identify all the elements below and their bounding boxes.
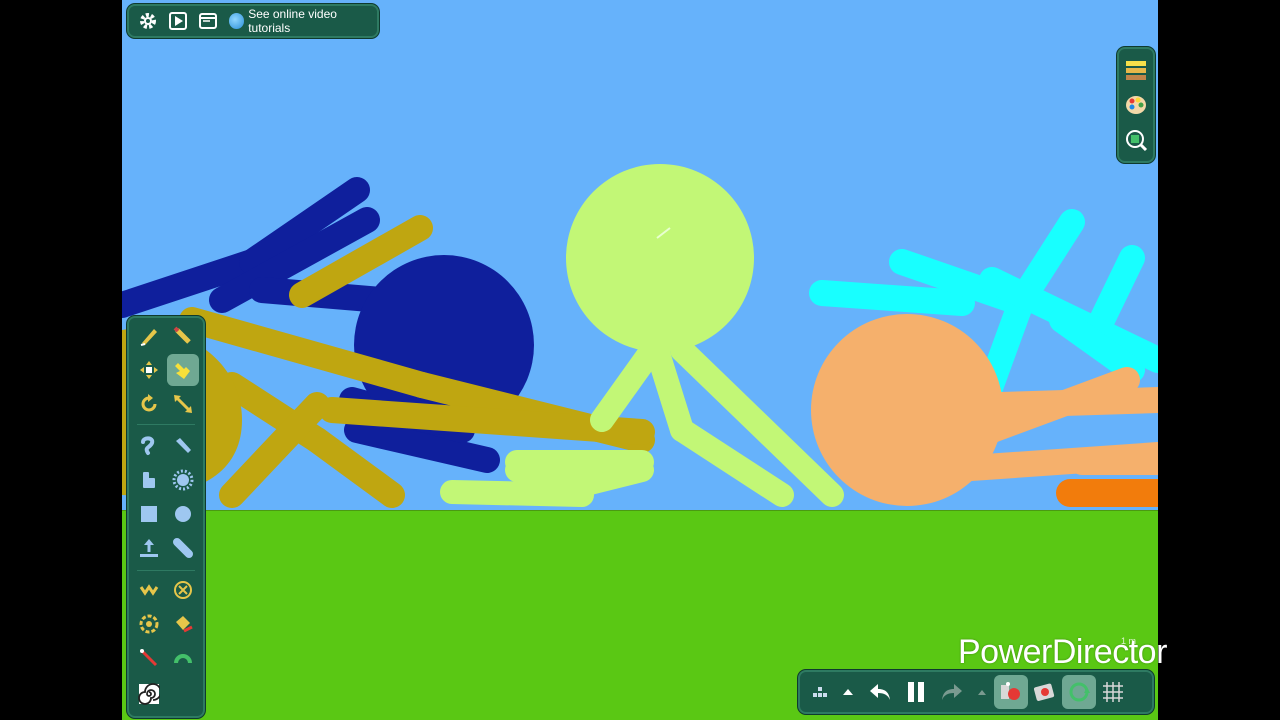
tool-capsule[interactable]: [167, 532, 199, 564]
tool-line[interactable]: [133, 642, 165, 674]
gear-icon: [140, 13, 157, 29]
watermark-small-text: 1 m: [1121, 636, 1137, 646]
palette-icon: [1126, 95, 1146, 114]
undo-icon: [870, 684, 890, 700]
tool-scale[interactable]: [167, 388, 199, 420]
tool-knife[interactable]: [167, 430, 199, 462]
zigzag-icon: [139, 584, 159, 596]
circle-icon: [175, 506, 191, 522]
tool-separator: [137, 424, 195, 425]
square-icon: [141, 506, 157, 522]
pencil-edit-icon: [173, 326, 191, 344]
zoom-button[interactable]: [1121, 125, 1151, 155]
tool-target[interactable]: [133, 608, 165, 640]
tutorials-label: See online video tutorials: [248, 7, 337, 35]
tool-pencil-edit[interactable]: [167, 320, 199, 352]
tool-spiral[interactable]: [133, 678, 165, 710]
tool-move[interactable]: [133, 354, 165, 386]
frame-icon: [1033, 683, 1055, 701]
menu-grid-icon: [813, 687, 827, 697]
tool-square[interactable]: [133, 498, 165, 530]
preview-play-button[interactable]: [165, 7, 192, 35]
right-panel: [1117, 47, 1155, 163]
thumb-icon: [143, 472, 155, 488]
hand-select-icon: [175, 363, 190, 379]
loop-button[interactable]: [1062, 675, 1096, 709]
frame-button[interactable]: [1028, 675, 1062, 709]
tool-rotate[interactable]: [133, 388, 165, 420]
undo-button[interactable]: [862, 675, 898, 709]
loop-icon: [1069, 682, 1090, 702]
pencil-draw-icon: [140, 329, 157, 346]
globe-icon: [228, 13, 245, 29]
palette-button[interactable]: [1121, 90, 1151, 120]
arc-icon: [174, 654, 192, 664]
tool-curve[interactable]: [133, 430, 165, 462]
canvas-scene[interactable]: [122, 0, 1158, 720]
tool-zigzag[interactable]: [133, 574, 165, 606]
onion-skin-button[interactable]: [994, 675, 1028, 709]
knife-icon: [176, 438, 191, 453]
animation-app: See online video tutorials: [122, 0, 1158, 720]
import-icon: [140, 539, 158, 557]
layers-icon: [1126, 61, 1146, 81]
pause-button[interactable]: [898, 675, 934, 709]
tool-palette: [127, 316, 205, 718]
layers-button[interactable]: [1121, 55, 1151, 85]
move-icon: [140, 361, 158, 379]
onion-skin-icon: [1001, 682, 1020, 700]
bottom-playback-bar: [798, 670, 1154, 714]
target-icon: [139, 614, 159, 634]
curve-icon: [141, 436, 155, 455]
tool-hand-select[interactable]: [167, 354, 199, 386]
tool-delete[interactable]: [167, 574, 199, 606]
play-preview-icon: [169, 12, 188, 30]
pause-icon: [908, 682, 924, 702]
tool-thumb[interactable]: [133, 464, 165, 496]
redo-icon: [942, 684, 962, 700]
tool-star-burst[interactable]: [167, 464, 199, 496]
video-tutorials-link[interactable]: See online video tutorials: [228, 7, 377, 35]
spiral-icon: [138, 683, 160, 705]
scale-icon: [174, 395, 192, 413]
settings-button[interactable]: [135, 7, 162, 35]
tool-paint-bucket[interactable]: [167, 608, 199, 640]
capsule-icon: [173, 538, 193, 558]
menu-button[interactable]: [806, 675, 834, 709]
frames-up-small-button[interactable]: [970, 675, 994, 709]
rotate-icon: [141, 394, 157, 412]
line-icon: [140, 649, 158, 667]
redo-button[interactable]: [934, 675, 970, 709]
grid-icon: [1103, 682, 1123, 702]
stick-lime-head: [566, 164, 754, 352]
zoom-icon: [1126, 129, 1148, 151]
top-toolbar: See online video tutorials: [127, 4, 379, 38]
up-arrow-icon: [843, 689, 853, 695]
frames-up-button[interactable]: [834, 675, 862, 709]
paint-bucket-icon: [176, 616, 193, 633]
tool-arc[interactable]: [167, 642, 199, 674]
window-button[interactable]: [195, 7, 222, 35]
tool-circle[interactable]: [167, 498, 199, 530]
tool-pencil-draw[interactable]: [133, 320, 165, 352]
grid-button[interactable]: [1096, 675, 1130, 709]
up-arrow-small-icon: [978, 690, 986, 695]
star-burst-icon: [172, 469, 194, 491]
window-icon: [199, 13, 218, 29]
delete-circle-icon: [174, 581, 192, 599]
tool-import[interactable]: [133, 532, 165, 564]
tool-separator: [137, 570, 195, 571]
